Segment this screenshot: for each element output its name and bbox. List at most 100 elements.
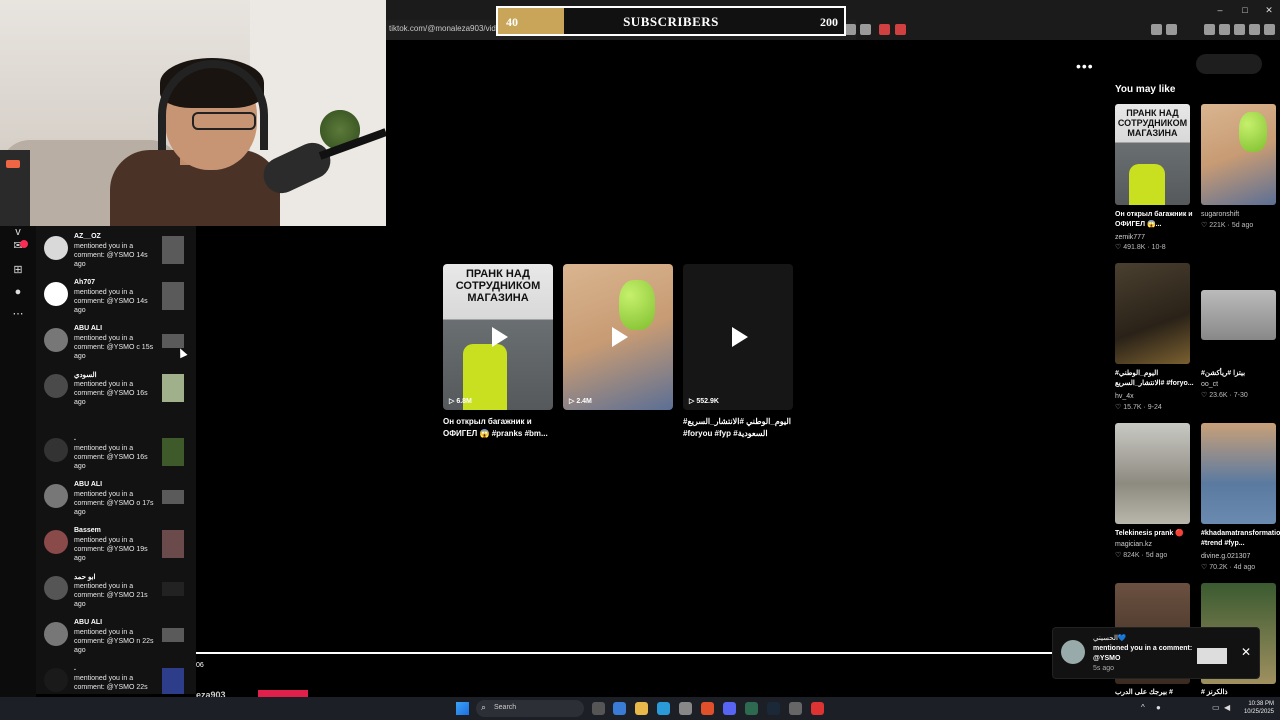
store-icon[interactable] bbox=[679, 702, 692, 715]
upload-icon[interactable]: ⊞ bbox=[11, 264, 25, 276]
recommended-user[interactable]: oo_ct bbox=[1201, 381, 1218, 388]
close-icon[interactable]: ✕ bbox=[1241, 645, 1251, 659]
wallet-icon[interactable] bbox=[1234, 24, 1245, 35]
notification-item[interactable]: ABU ALI mentioned you in a comment: @YSM… bbox=[36, 478, 196, 524]
maximize-icon[interactable]: □ bbox=[1238, 5, 1252, 15]
notification-name: ABU ALI bbox=[74, 481, 103, 488]
start-icon[interactable] bbox=[456, 702, 469, 715]
notification-badge bbox=[20, 240, 28, 248]
rewards-icon[interactable] bbox=[895, 24, 906, 35]
task-view-icon[interactable] bbox=[592, 702, 605, 715]
terminal-icon[interactable] bbox=[745, 702, 758, 715]
notification-item[interactable]: . mentioned you in a comment: @YSMO 16s … bbox=[36, 432, 196, 478]
notification-name: . bbox=[74, 665, 76, 672]
notification-thumbnail bbox=[162, 668, 184, 694]
recommended-caption[interactable]: Telekinesis prank 🔴 bbox=[1115, 529, 1195, 539]
clock-time: 10:38 PM bbox=[1248, 701, 1274, 707]
heart-icon: ♡ bbox=[1201, 392, 1208, 399]
close-window-icon[interactable]: ✕ bbox=[1262, 5, 1276, 16]
recommended-caption[interactable]: #اليوم_الوطني #الانتشار_السريع #foryo... bbox=[1115, 369, 1195, 389]
clock-date: 10/25/2025 bbox=[1243, 709, 1274, 715]
notification-name: Bassem bbox=[74, 527, 101, 534]
video-card-2[interactable]: 2.4M bbox=[563, 264, 673, 410]
recommended-video-6[interactable] bbox=[1201, 423, 1276, 524]
brave-icon[interactable] bbox=[701, 702, 714, 715]
recommended-user[interactable]: hv_4x bbox=[1115, 393, 1134, 400]
notification-text: mentioned you in a comment: @YSMO 21s ag… bbox=[74, 583, 148, 608]
bookmark-icon[interactable] bbox=[845, 24, 856, 35]
notification-item[interactable]: السودي mentioned you in a comment: @YSMO… bbox=[36, 368, 196, 414]
player-controls-pill[interactable] bbox=[1196, 54, 1262, 74]
network-icon[interactable]: ▭ bbox=[1212, 703, 1220, 712]
notification-name: السودي bbox=[74, 372, 97, 379]
edge-icon[interactable] bbox=[657, 702, 670, 715]
recommended-video-5[interactable] bbox=[1115, 423, 1190, 524]
recommended-caption[interactable]: Он открыл багажник и ОФИГЕЛ 😱... bbox=[1115, 210, 1195, 230]
recommended-caption[interactable]: #بيتزا #ريأكشن bbox=[1201, 369, 1280, 379]
tray-app-icon[interactable]: ● bbox=[1156, 703, 1161, 712]
notification-name: AZ__OZ bbox=[74, 233, 101, 240]
notification-item[interactable]: Bassem mentioned you in a comment: @YSMO… bbox=[36, 524, 196, 570]
view-count: 6.8M bbox=[449, 397, 472, 405]
avatar bbox=[44, 374, 68, 398]
video-progress-bar[interactable] bbox=[196, 652, 1052, 654]
profile-icon[interactable]: ● bbox=[11, 286, 25, 298]
steam-icon[interactable] bbox=[767, 702, 780, 715]
recommended-user[interactable]: zemik777 bbox=[1115, 234, 1145, 241]
recommended-user[interactable]: divine.g.021307 bbox=[1201, 553, 1250, 560]
volume-icon[interactable]: ◀ bbox=[1224, 703, 1230, 712]
video-caption-3[interactable]: #اليوم_الوطني #الانتشار_السريع #foryou #… bbox=[683, 416, 797, 440]
avatar bbox=[44, 282, 68, 306]
avatar bbox=[44, 484, 68, 508]
recommended-video-1[interactable]: ПРАНК НАД СОТРУДНИКОМ МАГАЗИНА bbox=[1115, 104, 1190, 205]
notification-item[interactable]: ABU ALI mentioned you in a comment: @YSM… bbox=[36, 322, 196, 368]
subscriber-goal-end: 200 bbox=[820, 15, 838, 29]
glasses bbox=[192, 112, 256, 130]
share-icon[interactable] bbox=[860, 24, 871, 35]
minimize-icon[interactable]: – bbox=[1213, 5, 1227, 15]
play-icon[interactable] bbox=[732, 327, 748, 347]
video-card-3[interactable]: 552.9K bbox=[683, 264, 793, 410]
avatar bbox=[44, 622, 68, 646]
notification-item[interactable]: ABU ALI mentioned you in a comment: @YSM… bbox=[36, 616, 196, 662]
vpn-icon[interactable] bbox=[1249, 24, 1260, 35]
video-caption-1[interactable]: Он открыл багажник и ОФИГЕЛ 😱 #pranks #b… bbox=[443, 416, 557, 440]
file-explorer-icon[interactable] bbox=[635, 702, 648, 715]
recommended-video-4[interactable] bbox=[1201, 290, 1276, 340]
notification-item[interactable]: ابو حمد mentioned you in a comment: @YSM… bbox=[36, 570, 196, 616]
notification-item[interactable]: Ah707 mentioned you in a comment: @YSMO … bbox=[36, 276, 196, 322]
tabs-icon[interactable] bbox=[1219, 24, 1230, 35]
screenshot-icon[interactable] bbox=[1166, 24, 1177, 35]
notification-thumbnail bbox=[162, 236, 184, 264]
copilot-icon[interactable] bbox=[613, 702, 626, 715]
mention-toast[interactable]: الحسيني💙 mentioned you in a comment: @YS… bbox=[1052, 627, 1260, 679]
discord-icon[interactable] bbox=[723, 702, 736, 715]
tray-chevron-icon[interactable]: ^ bbox=[1141, 703, 1145, 712]
video-card-1[interactable]: ПРАНК НАД СОТРУДНИКОМ МАГАЗИНА 6.8M bbox=[443, 264, 553, 410]
sidebar-icon[interactable] bbox=[1204, 24, 1215, 35]
notification-item[interactable]: . mentioned you in a comment: @YSMO 22s … bbox=[36, 662, 196, 694]
recommended-caption[interactable]: #khadamatransformation #trend #fyp... bbox=[1201, 529, 1280, 549]
menu-icon[interactable] bbox=[1264, 24, 1275, 35]
chevron-down-icon[interactable]: v bbox=[11, 226, 25, 238]
more-options-icon[interactable]: ••• bbox=[1076, 58, 1094, 74]
recommended-user[interactable]: sugaronshift bbox=[1201, 211, 1239, 218]
app-icon[interactable] bbox=[811, 702, 824, 715]
toast-text: mentioned you in a comment: @YSMO bbox=[1093, 645, 1193, 662]
video-time: 06 bbox=[196, 662, 204, 669]
play-icon[interactable] bbox=[492, 327, 508, 347]
clock[interactable]: 10:38 PM 10/25/2025 bbox=[1238, 700, 1274, 716]
brave-shield-icon[interactable] bbox=[879, 24, 890, 35]
recommended-video-2[interactable] bbox=[1201, 104, 1276, 205]
play-icon[interactable] bbox=[612, 327, 628, 347]
recommended-video-3[interactable] bbox=[1115, 263, 1190, 364]
extensions-icon[interactable] bbox=[1151, 24, 1162, 35]
taskbar-search[interactable] bbox=[476, 700, 584, 717]
address-text[interactable]: tiktok.com/@monaleza903/video/ bbox=[389, 24, 507, 33]
webcam-feed bbox=[0, 0, 386, 226]
notification-item[interactable]: AZ__OZ mentioned you in a comment: @YSMO… bbox=[36, 230, 196, 276]
more-icon[interactable]: ⋯ bbox=[11, 308, 25, 320]
obs-icon[interactable] bbox=[789, 702, 802, 715]
recommended-user[interactable]: magician.kz bbox=[1115, 541, 1152, 548]
heart-icon: ♡ bbox=[1201, 222, 1208, 229]
